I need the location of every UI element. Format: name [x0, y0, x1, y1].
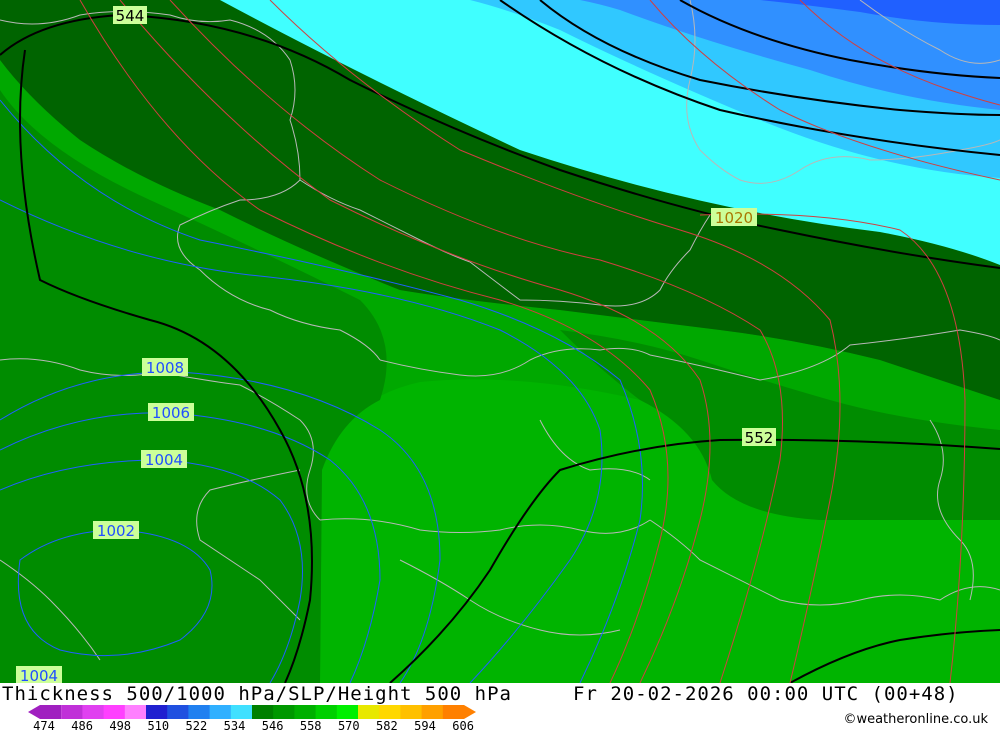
legend-tick-label: 582	[376, 719, 398, 733]
legend-swatch	[209, 705, 232, 719]
chart-stage: 544 552 1020 1008 1006 1004 1002 1004 Th…	[0, 0, 1000, 733]
legend-swatch	[358, 705, 380, 719]
legend-swatch	[82, 705, 105, 719]
svg-text:552: 552	[745, 429, 774, 447]
svg-text:1006: 1006	[152, 404, 190, 422]
svg-text:544: 544	[116, 7, 145, 25]
legend-tick-label: 522	[185, 719, 208, 733]
legend-swatch	[103, 705, 126, 719]
slp-label-1006: 1006	[148, 403, 194, 422]
legend-tick-label: 498	[109, 719, 132, 733]
legend-swatch	[167, 705, 189, 719]
legend-swatch	[124, 705, 147, 719]
footer: Thickness 500/1000 hPa/SLP/Height 500 hP…	[0, 683, 1000, 733]
legend-tick-label: 570	[337, 719, 360, 733]
chart-title: Thickness 500/1000 hPa/SLP/Height 500 hP…	[2, 683, 512, 705]
height-label-552: 552	[742, 428, 776, 447]
slp-label-1020: 1020	[711, 208, 757, 227]
svg-text:1002: 1002	[97, 522, 135, 540]
legend-swatch	[188, 705, 211, 719]
legend-swatch	[442, 705, 476, 719]
legend-swatch	[400, 705, 423, 719]
legend-tick-label: 594	[414, 719, 436, 733]
legend-tick-label: 486	[71, 719, 93, 733]
valid-datetime: Fr 20-02-2026 00:00 UTC (00+48)	[573, 683, 959, 705]
slp-label-1004: 1004	[141, 450, 187, 469]
thickness-map: 544 552 1020 1008 1006 1004 1002 1004	[0, 0, 1000, 683]
slp-label-1008: 1008	[142, 358, 188, 377]
svg-text:1004: 1004	[20, 667, 58, 683]
slp-label-1002: 1002	[93, 521, 139, 540]
legend-swatch	[379, 705, 401, 719]
legend-tick-label: 546	[261, 719, 284, 733]
legend-swatch	[28, 705, 62, 719]
color-legend	[28, 705, 476, 719]
svg-text:1008: 1008	[146, 359, 184, 377]
legend-swatch	[315, 705, 338, 719]
legend-swatch	[294, 705, 317, 719]
legend-tick-label: 606	[452, 719, 474, 733]
legend-tick-label: 534	[223, 719, 246, 733]
legend-swatch	[252, 705, 274, 719]
legend-swatch	[61, 705, 83, 719]
legend-swatch	[273, 705, 295, 719]
legend-tick-label: 558	[299, 719, 322, 733]
credit-link[interactable]: ©weatheronline.co.uk	[843, 712, 988, 727]
svg-text:1004: 1004	[145, 451, 183, 469]
height-label-544: 544	[113, 6, 147, 25]
legend-swatch	[336, 705, 359, 719]
svg-text:1020: 1020	[715, 209, 753, 227]
slp-label-1004-b: 1004	[16, 666, 62, 683]
legend-swatch	[230, 705, 253, 719]
legend-tick-label: 510	[147, 719, 170, 733]
legend-tick-label: 474	[33, 719, 55, 733]
legend-swatch	[146, 705, 168, 719]
legend-swatch	[421, 705, 444, 719]
